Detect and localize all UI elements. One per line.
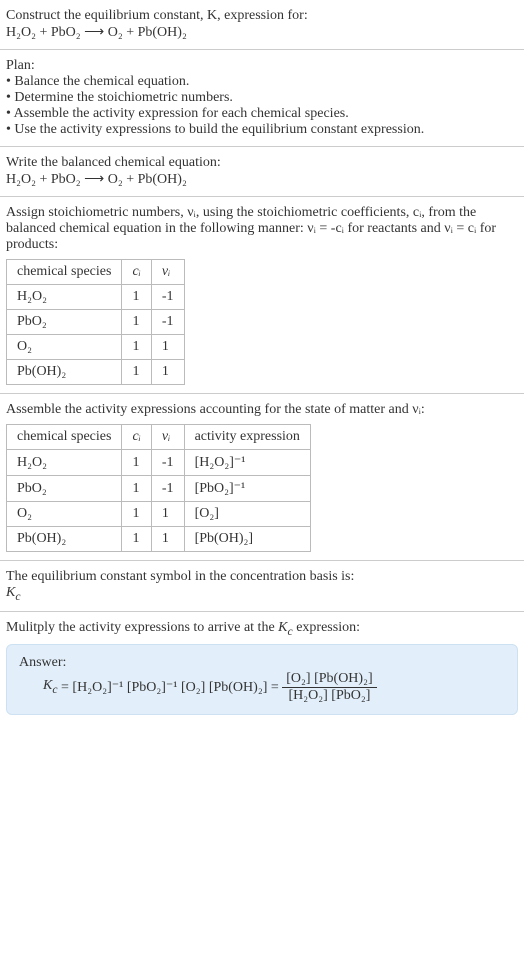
- assemble-text: Assemble the activity expressions accoun…: [6, 402, 518, 418]
- kc-text: K: [6, 585, 15, 600]
- table-row: H₂O₂ 1 -1 [H₂O₂]⁻¹: [7, 450, 311, 476]
- cell: Pb(OH)₂: [7, 527, 122, 552]
- multiply-section: Mulitply the activity expressions to arr…: [0, 612, 524, 723]
- table-row: H₂O₂ 1 -1: [7, 285, 185, 310]
- cell: O₂: [7, 335, 122, 360]
- cell: 1: [122, 335, 151, 360]
- table-row: PbO₂ 1 -1 [PbO₂]⁻¹: [7, 476, 311, 502]
- cell: 1: [151, 527, 184, 552]
- stoichiometric-table: chemical species cᵢ νᵢ H₂O₂ 1 -1 PbO₂ 1 …: [6, 259, 185, 385]
- cell: H₂O₂: [7, 450, 122, 476]
- cell: 1: [122, 527, 151, 552]
- cell: 1: [151, 502, 184, 527]
- cell: 1: [122, 310, 151, 335]
- table-header: νᵢ: [151, 260, 184, 285]
- plan-item: • Determine the stoichiometric numbers.: [6, 90, 518, 106]
- cell: Pb(OH)₂: [7, 360, 122, 385]
- cell: O₂: [7, 502, 122, 527]
- cell: 1: [122, 285, 151, 310]
- table-row: Pb(OH)₂ 1 1 [Pb(OH)₂]: [7, 527, 311, 552]
- table-header: cᵢ: [122, 260, 151, 285]
- plan-heading: Plan:: [6, 58, 518, 74]
- cell: 1: [151, 360, 184, 385]
- answer-expression: Kc = [H₂O₂]⁻¹ [PbO₂]⁻¹ [O₂] [Pb(OH)₂] = …: [43, 671, 505, 704]
- cell: [O₂]: [184, 502, 310, 527]
- fraction-bottom: [H₂O₂] [PbO₂]: [284, 688, 374, 704]
- cell: [Pb(OH)₂]: [184, 527, 310, 552]
- cell: 1: [122, 502, 151, 527]
- table-row: O₂ 1 1: [7, 335, 185, 360]
- plan-section: Plan: • Balance the chemical equation. •…: [0, 50, 524, 147]
- cell: PbO₂: [7, 310, 122, 335]
- cell: 1: [122, 450, 151, 476]
- balanced-equation: H₂O₂ + PbO₂ ⟶ O₂ + Pb(OH)₂: [6, 171, 518, 188]
- table-row: O₂ 1 1 [O₂]: [7, 502, 311, 527]
- table-header: νᵢ: [151, 425, 184, 450]
- table-header: activity expression: [184, 425, 310, 450]
- fraction: [O₂] [Pb(OH)₂] [H₂O₂] [PbO₂]: [282, 671, 376, 704]
- table-row: PbO₂ 1 -1: [7, 310, 185, 335]
- table-header: chemical species: [7, 260, 122, 285]
- table-row: Pb(OH)₂ 1 1: [7, 360, 185, 385]
- assemble-section: Assemble the activity expressions accoun…: [0, 394, 524, 561]
- answer-body: = [H₂O₂]⁻¹ [PbO₂]⁻¹ [O₂] [Pb(OH)₂] =: [58, 679, 283, 696]
- construct-equation: H₂O₂ + PbO₂ ⟶ O₂ + Pb(OH)₂: [6, 24, 518, 41]
- cell: 1: [122, 476, 151, 502]
- symbol-text: The equilibrium constant symbol in the c…: [6, 569, 518, 585]
- answer-label: Answer:: [19, 655, 505, 671]
- assign-text: Assign stoichiometric numbers, νᵢ, using…: [6, 205, 518, 253]
- cell: 1: [122, 360, 151, 385]
- cell: H₂O₂: [7, 285, 122, 310]
- answer-box: Answer: Kc = [H₂O₂]⁻¹ [PbO₂]⁻¹ [O₂] [Pb(…: [6, 644, 518, 715]
- table-header: chemical species: [7, 425, 122, 450]
- symbol-section: The equilibrium constant symbol in the c…: [0, 561, 524, 612]
- table-header-row: chemical species cᵢ νᵢ: [7, 260, 185, 285]
- cell: -1: [151, 450, 184, 476]
- plan-item: • Use the activity expressions to build …: [6, 122, 518, 138]
- cell: PbO₂: [7, 476, 122, 502]
- balanced-section: Write the balanced chemical equation: H₂…: [0, 147, 524, 197]
- cell: [H₂O₂]⁻¹: [184, 450, 310, 476]
- symbol-value: Kc: [6, 585, 518, 603]
- assign-section: Assign stoichiometric numbers, νᵢ, using…: [0, 197, 524, 394]
- cell: -1: [151, 476, 184, 502]
- multiply-text: Mulitply the activity expressions to arr…: [6, 620, 518, 638]
- plan-item: • Assemble the activity expression for e…: [6, 106, 518, 122]
- kc-equals: Kc: [43, 678, 58, 696]
- balanced-heading: Write the balanced chemical equation:: [6, 155, 518, 171]
- activity-table: chemical species cᵢ νᵢ activity expressi…: [6, 424, 311, 552]
- construct-heading: Construct the equilibrium constant, K, e…: [6, 8, 518, 24]
- cell: 1: [151, 335, 184, 360]
- table-header: cᵢ: [122, 425, 151, 450]
- cell: -1: [151, 310, 184, 335]
- fraction-top: [O₂] [Pb(OH)₂]: [282, 671, 376, 688]
- cell: [PbO₂]⁻¹: [184, 476, 310, 502]
- cell: -1: [151, 285, 184, 310]
- table-header-row: chemical species cᵢ νᵢ activity expressi…: [7, 425, 311, 450]
- construct-section: Construct the equilibrium constant, K, e…: [0, 0, 524, 50]
- plan-item: • Balance the chemical equation.: [6, 74, 518, 90]
